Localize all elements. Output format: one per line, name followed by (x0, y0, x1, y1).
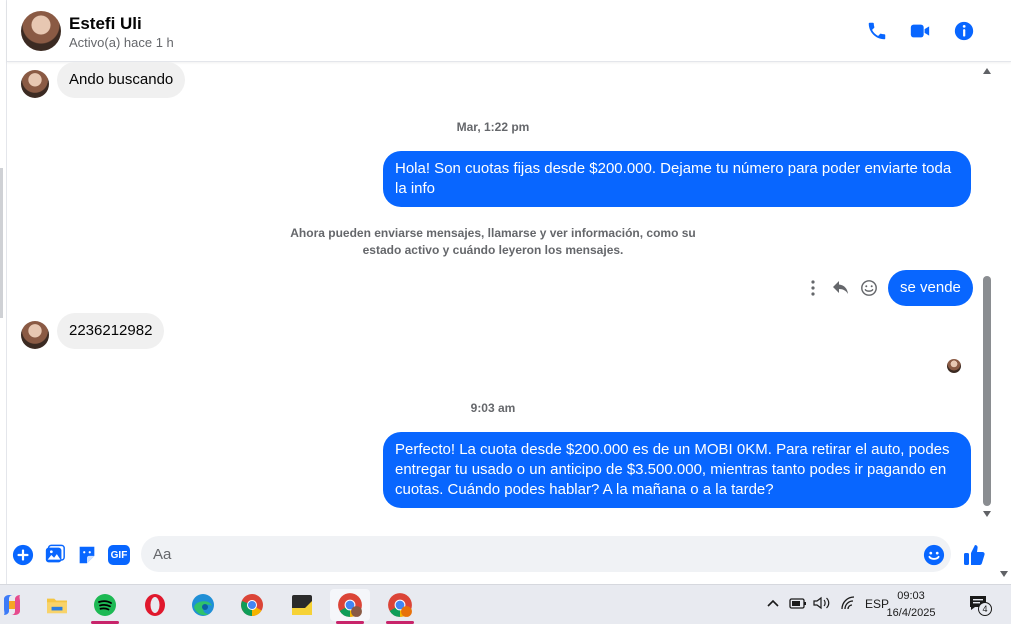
wifi-icon[interactable] (840, 596, 856, 613)
clock-date: 16/4/2025 (886, 607, 936, 619)
message-timestamp: Mar, 1:22 pm (456, 120, 530, 134)
battery-icon[interactable] (789, 596, 807, 613)
plus-icon[interactable] (11, 543, 35, 567)
composer: GIF (7, 530, 1011, 580)
contact-avatar-small (21, 70, 49, 98)
phone-icon[interactable] (865, 19, 889, 43)
message-timestamp: 9:03 am (470, 401, 516, 415)
notification-count-badge: 4 (978, 602, 992, 616)
volume-icon[interactable] (813, 596, 831, 613)
chat-header: Estefi Uli Activo(a) hace 1 h (7, 0, 1011, 62)
left-edge-marker (0, 168, 3, 318)
opera-icon[interactable] (135, 589, 175, 621)
outgoing-message[interactable]: Perfecto! La cuota desde $200.000 es de … (383, 432, 971, 508)
outgoing-message[interactable]: se vende (888, 270, 973, 306)
edge-icon[interactable] (183, 589, 223, 621)
scroll-up-arrow[interactable] (983, 68, 991, 74)
tray-overflow-icon[interactable] (766, 596, 780, 613)
contact-avatar[interactable] (21, 11, 61, 51)
sticker-icon[interactable] (75, 543, 99, 567)
contact-status: Activo(a) hace 1 h (69, 35, 174, 50)
gif-label: GIF (108, 545, 130, 565)
spotify-icon[interactable] (85, 589, 125, 624)
emoji-icon[interactable] (922, 543, 946, 567)
video-call-icon[interactable] (908, 19, 932, 43)
message-input[interactable] (141, 536, 951, 572)
chrome-icon[interactable] (232, 589, 272, 621)
chrome-profile-2-icon[interactable] (380, 589, 420, 624)
sticky-notes-icon[interactable] (282, 589, 322, 621)
more-options-icon[interactable] (799, 280, 827, 296)
gif-icon[interactable]: GIF (107, 543, 131, 567)
react-icon[interactable] (855, 279, 883, 297)
read-receipt-avatar (947, 359, 961, 373)
scroll-down-arrow[interactable] (983, 511, 991, 517)
image-icon[interactable] (43, 543, 67, 567)
file-explorer-icon[interactable] (37, 589, 77, 621)
reply-icon[interactable] (827, 280, 855, 296)
clock-time: 09:03 (897, 590, 925, 602)
contact-name[interactable]: Estefi Uli (69, 14, 142, 34)
copilot-icon[interactable] (0, 589, 32, 621)
page-scroll-down-arrow[interactable] (1000, 571, 1008, 577)
taskbar: ESP 09:03 16/4/2025 4 (0, 584, 1011, 624)
chat-window: Estefi Uli Activo(a) hace 1 h Ando busca… (0, 0, 1011, 584)
incoming-message[interactable]: Ando buscando (57, 62, 186, 98)
outgoing-message[interactable]: Hola! Son cuotas fijas desde $200.000. D… (383, 151, 971, 207)
contact-avatar-small (21, 321, 49, 349)
chrome-profile-1-icon[interactable] (330, 589, 370, 624)
info-icon[interactable] (952, 19, 976, 43)
system-notice: Ahora pueden enviarse mensajes, llamarse… (290, 226, 696, 257)
message-actions (799, 278, 883, 298)
scrollbar-thumb[interactable] (983, 276, 991, 506)
notification-center-icon[interactable]: 4 (968, 594, 992, 616)
incoming-message[interactable]: 2236212982 (57, 313, 165, 349)
left-edge (0, 0, 7, 584)
system-clock[interactable]: 09:03 16/4/2025 (880, 588, 942, 622)
thumbs-up-icon[interactable] (962, 543, 986, 567)
